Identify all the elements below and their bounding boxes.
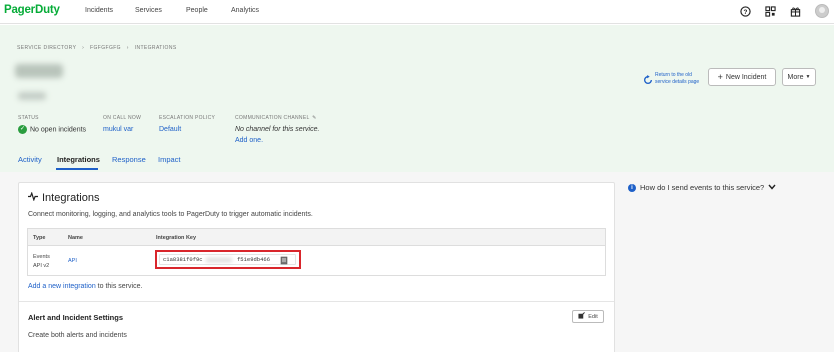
add-channel-link[interactable]: Add one. [235, 137, 263, 144]
column-header-name: Name [68, 235, 83, 241]
old-details-link[interactable]: Return to the old service details page [643, 72, 707, 90]
tab-activity[interactable]: Activity [18, 155, 42, 164]
integration-name-link[interactable]: API [68, 258, 77, 264]
tab-response[interactable]: Response [112, 155, 146, 164]
alert-settings-title: Alert and Incident Settings [28, 313, 124, 322]
check-icon: ✓ [18, 125, 27, 134]
help-accordion[interactable]: i How do I send events to this service? [628, 183, 776, 192]
edit-button[interactable]: Edit [572, 310, 604, 323]
integrations-table: Type Name Integration Key Events API v2 … [27, 228, 606, 276]
nav-incidents[interactable]: Incidents [85, 7, 113, 14]
integration-key-start: c1a8381f0f9c [163, 256, 203, 263]
alert-settings-description: Create both alerts and incidents [28, 332, 127, 339]
integration-key-end: f51e9db466 [237, 256, 271, 263]
column-header-key: Integration Key [156, 235, 197, 241]
communication-label-text: COMMUNICATION CHANNEL [235, 115, 310, 121]
copy-icon[interactable] [280, 256, 288, 265]
gift-icon[interactable] [789, 5, 802, 18]
escalation-label: ESCALATION POLICY [159, 115, 216, 121]
communication-value: No channel for this service. [235, 126, 320, 133]
integration-key-field[interactable]: c1a8381f0f9c f51e9db466 [159, 254, 296, 265]
refresh-icon [643, 72, 653, 90]
active-tab-indicator [56, 168, 98, 170]
escalation-policy-link[interactable]: Default [159, 126, 181, 133]
plus-icon: + [717, 72, 723, 82]
caret-down-icon: ▼ [805, 74, 811, 80]
nav-people[interactable]: People [186, 7, 208, 14]
add-integration-row: Add a new integration to this service. [28, 283, 142, 290]
redacted-key-part [206, 258, 232, 262]
nav-analytics[interactable]: Analytics [231, 7, 259, 14]
help-icon[interactable]: ? [739, 5, 752, 18]
user-avatar[interactable] [815, 4, 829, 18]
status-text: No open incidents [30, 126, 87, 134]
apps-grid-icon[interactable] [764, 5, 777, 18]
new-incident-label: New Incident [725, 73, 767, 81]
new-incident-button[interactable]: + New Incident [708, 68, 776, 86]
nav-services[interactable]: Services [135, 7, 162, 14]
breadcrumb-integrations: INTEGRATIONS [134, 45, 177, 51]
more-label: More [787, 73, 804, 81]
communication-label: COMMUNICATION CHANNEL ✎ [235, 115, 317, 121]
tab-impact[interactable]: Impact [158, 155, 181, 164]
tab-integrations[interactable]: Integrations [57, 155, 100, 164]
status-label: STATUS [18, 115, 39, 121]
table-header: Type Name Integration Key [28, 229, 605, 246]
more-button[interactable]: More ▼ [782, 68, 816, 86]
edit-icon[interactable]: ✎ [312, 115, 317, 121]
section-divider [19, 301, 614, 302]
column-header-type: Type [33, 235, 46, 241]
integrations-title-text: Integrations [42, 192, 100, 204]
breadcrumb-separator: › [82, 45, 85, 51]
integrations-title: Integrations [28, 191, 100, 204]
breadcrumb-separator: › [126, 45, 129, 51]
top-nav: PagerDuty Incidents Services People Anal… [0, 0, 834, 24]
pagerduty-logo[interactable]: PagerDuty [4, 4, 60, 16]
row-type-line1: Events [33, 254, 50, 260]
pencil-icon [578, 312, 586, 321]
on-call-user-link[interactable]: mukul var [103, 126, 133, 133]
add-integration-suffix: to this service. [97, 283, 143, 290]
edit-label: Edit [588, 313, 598, 320]
breadcrumb: SERVICE DIRECTORY › FGFGFGFG › INTEGRATI… [17, 45, 181, 51]
integrations-description: Connect monitoring, logging, and analyti… [28, 211, 313, 218]
redacted-service-subtitle [18, 92, 46, 100]
help-question: How do I send events to this service? [640, 183, 765, 192]
svg-text:?: ? [744, 9, 748, 16]
info-icon: i [628, 183, 636, 192]
old-details-label: Return to the old service details page [655, 72, 700, 85]
on-call-label: ON CALL NOW [103, 115, 142, 121]
pulse-icon [28, 191, 42, 204]
breadcrumb-service[interactable]: FGFGFGFG [90, 45, 121, 51]
breadcrumb-service-directory[interactable]: SERVICE DIRECTORY [17, 45, 76, 51]
chevron-down-icon [768, 183, 776, 192]
status-value: ✓ No open incidents [18, 125, 86, 134]
redacted-service-name [15, 64, 63, 78]
add-integration-link[interactable]: Add a new integration [28, 283, 96, 290]
row-type-line2: API v2 [33, 263, 50, 269]
integration-key-highlight: c1a8381f0f9c f51e9db466 [155, 250, 301, 269]
